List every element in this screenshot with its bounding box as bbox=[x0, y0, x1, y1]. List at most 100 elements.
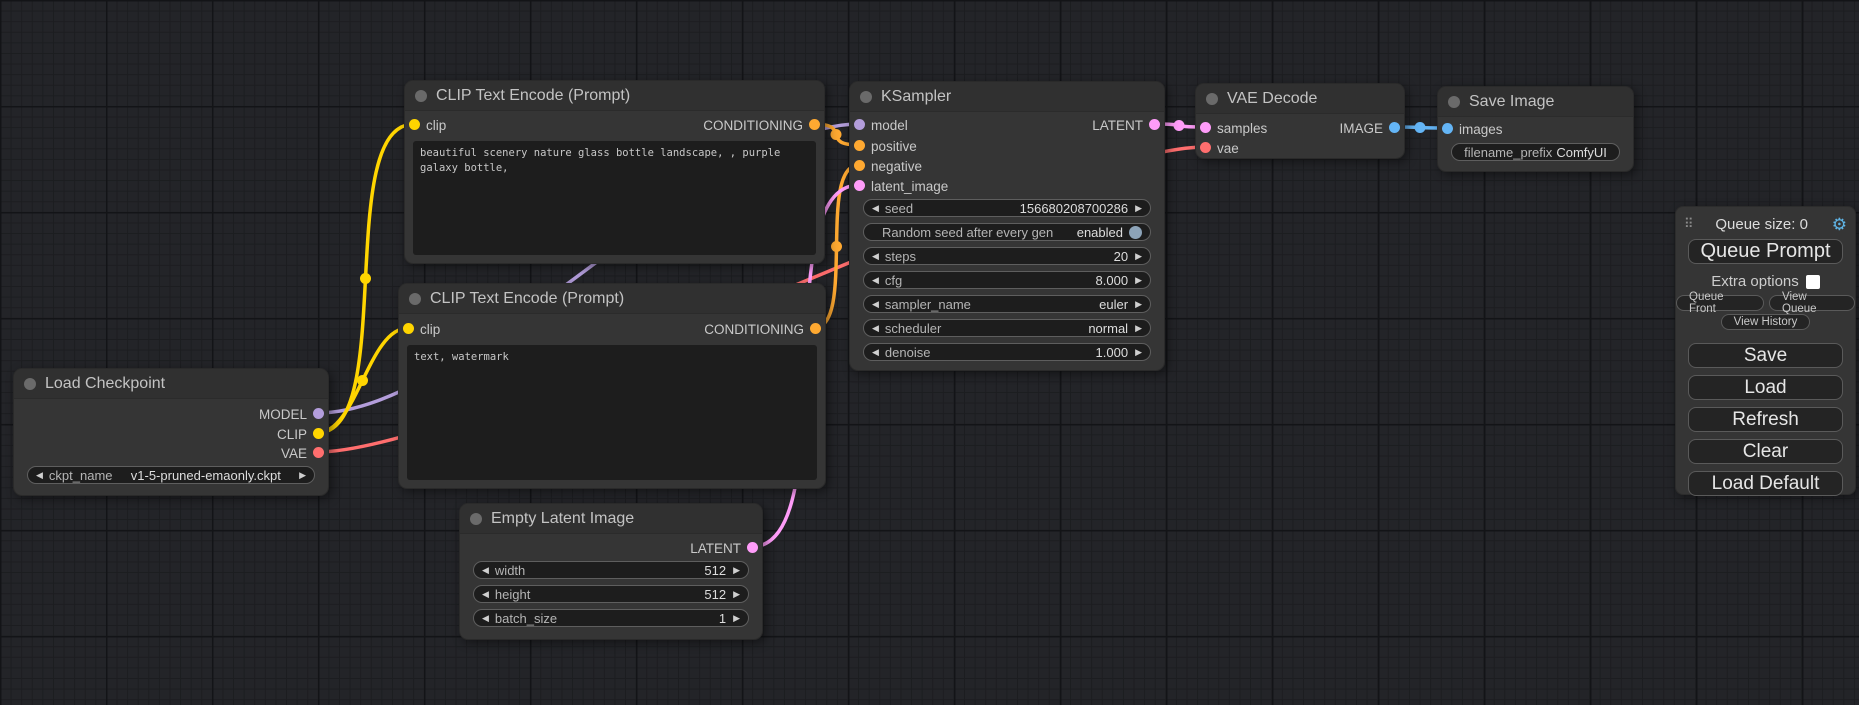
input-dot-clip[interactable] bbox=[409, 119, 420, 130]
node-save-image[interactable]: Save Image images filename_prefix ComfyU… bbox=[1437, 86, 1634, 172]
settings-gear-icon[interactable]: ⚙ bbox=[1832, 216, 1847, 233]
output-dot-conditioning[interactable] bbox=[809, 119, 820, 130]
toggle-circle-icon[interactable] bbox=[1129, 226, 1142, 239]
decrement-arrow-icon[interactable]: ◀ bbox=[482, 561, 489, 579]
prompt-text-area[interactable]: beautiful scenery nature glass bottle la… bbox=[413, 141, 816, 255]
steps-widget[interactable]: ◀ steps 20 ▶ bbox=[863, 247, 1151, 265]
refresh-button[interactable]: Refresh bbox=[1688, 407, 1843, 432]
denoise-widget[interactable]: ◀ denoise 1.000 ▶ bbox=[863, 343, 1151, 361]
output-dot-clip[interactable] bbox=[313, 428, 324, 439]
random-seed-toggle[interactable]: Random seed after every gen enabled bbox=[863, 223, 1151, 241]
filename-prefix-widget[interactable]: filename_prefix ComfyUI bbox=[1451, 143, 1620, 161]
input-label-vae: vae bbox=[1217, 141, 1239, 156]
output-dot-model[interactable] bbox=[313, 408, 324, 419]
input-dot-images[interactable] bbox=[1442, 123, 1453, 134]
width-widget[interactable]: ◀ width 512 ▶ bbox=[473, 561, 749, 579]
save-button[interactable]: Save bbox=[1688, 343, 1843, 368]
sampler-name-widget[interactable]: ◀ sampler_name euler ▶ bbox=[863, 295, 1151, 313]
increment-arrow-icon[interactable]: ▶ bbox=[733, 609, 740, 627]
queue-panel: ⠿ Queue size: 0 ⚙ Queue Prompt Extra opt… bbox=[1675, 206, 1856, 495]
view-history-button[interactable]: View History bbox=[1721, 314, 1811, 330]
input-dot-latent-image[interactable] bbox=[854, 180, 865, 191]
height-widget[interactable]: ◀ height 512 ▶ bbox=[473, 585, 749, 603]
output-slot-latent: LATENT bbox=[460, 538, 762, 558]
node-collapse-dot-icon[interactable] bbox=[24, 378, 36, 390]
input-dot-positive[interactable] bbox=[854, 140, 865, 151]
clear-button[interactable]: Clear bbox=[1688, 439, 1843, 464]
output-label-conditioning: CONDITIONING bbox=[703, 118, 803, 133]
input-dot-samples[interactable] bbox=[1200, 122, 1211, 133]
increment-arrow-icon[interactable]: ▶ bbox=[733, 561, 740, 579]
node-empty-latent-titlebar[interactable]: Empty Latent Image bbox=[460, 504, 762, 534]
output-dot-image[interactable] bbox=[1389, 122, 1400, 133]
output-slot-vae: VAE bbox=[14, 443, 328, 463]
decrement-arrow-icon[interactable]: ◀ bbox=[872, 343, 879, 361]
input-label-latent-image: latent_image bbox=[871, 179, 948, 194]
input-label-clip: clip bbox=[426, 118, 446, 133]
comfyui-canvas[interactable]: { "colors": { "model": "#B39DDB", "clip"… bbox=[0, 0, 1859, 705]
node-ksampler[interactable]: KSampler model LATENT positive negative … bbox=[849, 81, 1165, 371]
slot-row: clip CONDITIONING bbox=[405, 115, 824, 135]
decrement-arrow-icon[interactable]: ◀ bbox=[872, 319, 879, 337]
view-queue-button[interactable]: View Queue bbox=[1769, 295, 1855, 311]
increment-arrow-icon[interactable]: ▶ bbox=[1135, 295, 1142, 313]
node-save-image-titlebar[interactable]: Save Image bbox=[1438, 87, 1633, 117]
prompt-text-area[interactable]: text, watermark bbox=[407, 345, 817, 480]
output-dot-latent[interactable] bbox=[1149, 119, 1160, 130]
node-collapse-dot-icon[interactable] bbox=[470, 513, 482, 525]
node-collapse-dot-icon[interactable] bbox=[409, 293, 421, 305]
input-dot-clip[interactable] bbox=[403, 323, 414, 334]
node-vae-decode-titlebar[interactable]: VAE Decode bbox=[1196, 84, 1404, 114]
node-empty-latent-image[interactable]: Empty Latent Image LATENT ◀ width 512 ▶ … bbox=[459, 503, 763, 640]
node-collapse-dot-icon[interactable] bbox=[860, 91, 872, 103]
node-load-checkpoint-titlebar[interactable]: Load Checkpoint bbox=[14, 369, 328, 399]
node-vae-decode[interactable]: VAE Decode samples IMAGE vae bbox=[1195, 83, 1405, 159]
drag-handle-icon[interactable]: ⠿ bbox=[1684, 216, 1692, 232]
increment-arrow-icon[interactable]: ▶ bbox=[299, 466, 306, 484]
scheduler-widget[interactable]: ◀ scheduler normal ▶ bbox=[863, 319, 1151, 337]
node-clip-text-encode-negative[interactable]: CLIP Text Encode (Prompt) clip CONDITION… bbox=[398, 283, 826, 489]
increment-arrow-icon[interactable]: ▶ bbox=[733, 585, 740, 603]
node-title: CLIP Text Encode (Prompt) bbox=[436, 87, 630, 105]
output-label-conditioning: CONDITIONING bbox=[704, 322, 804, 337]
load-default-button[interactable]: Load Default bbox=[1688, 471, 1843, 496]
output-dot-vae[interactable] bbox=[313, 447, 324, 458]
node-collapse-dot-icon[interactable] bbox=[1448, 96, 1460, 108]
increment-arrow-icon[interactable]: ▶ bbox=[1135, 271, 1142, 289]
node-clip-positive-titlebar[interactable]: CLIP Text Encode (Prompt) bbox=[405, 81, 824, 111]
node-clip-text-encode-positive[interactable]: CLIP Text Encode (Prompt) clip CONDITION… bbox=[404, 80, 825, 264]
input-dot-vae[interactable] bbox=[1200, 142, 1211, 153]
node-collapse-dot-icon[interactable] bbox=[1206, 93, 1218, 105]
widget-value: 20 bbox=[1114, 249, 1128, 264]
decrement-arrow-icon[interactable]: ◀ bbox=[482, 609, 489, 627]
output-dot-latent[interactable] bbox=[747, 542, 758, 553]
decrement-arrow-icon[interactable]: ◀ bbox=[36, 466, 43, 484]
increment-arrow-icon[interactable]: ▶ bbox=[1135, 247, 1142, 265]
node-load-checkpoint[interactable]: Load Checkpoint MODEL CLIP VAE ◀ ckpt_na… bbox=[13, 368, 329, 496]
widget-label: ckpt_name bbox=[49, 468, 113, 483]
ckpt-name-widget[interactable]: ◀ ckpt_name v1-5-pruned-emaonly.ckpt ▶ bbox=[27, 466, 315, 484]
input-dot-model[interactable] bbox=[854, 119, 865, 130]
node-ksampler-titlebar[interactable]: KSampler bbox=[850, 82, 1164, 112]
node-title: VAE Decode bbox=[1227, 90, 1317, 108]
cfg-widget[interactable]: ◀ cfg 8.000 ▶ bbox=[863, 271, 1151, 289]
decrement-arrow-icon[interactable]: ◀ bbox=[872, 271, 879, 289]
input-dot-negative[interactable] bbox=[854, 160, 865, 171]
increment-arrow-icon[interactable]: ▶ bbox=[1135, 343, 1142, 361]
extra-options-checkbox[interactable] bbox=[1806, 275, 1820, 289]
decrement-arrow-icon[interactable]: ◀ bbox=[872, 247, 879, 265]
seed-widget[interactable]: ◀ seed 156680208700286 ▶ bbox=[863, 199, 1151, 217]
node-clip-negative-titlebar[interactable]: CLIP Text Encode (Prompt) bbox=[399, 284, 825, 314]
widget-label: cfg bbox=[885, 273, 902, 288]
decrement-arrow-icon[interactable]: ◀ bbox=[872, 295, 879, 313]
node-collapse-dot-icon[interactable] bbox=[415, 90, 427, 102]
increment-arrow-icon[interactable]: ▶ bbox=[1135, 319, 1142, 337]
batch-size-widget[interactable]: ◀ batch_size 1 ▶ bbox=[473, 609, 749, 627]
load-button[interactable]: Load bbox=[1688, 375, 1843, 400]
queue-front-button[interactable]: Queue Front bbox=[1676, 295, 1764, 311]
queue-prompt-button[interactable]: Queue Prompt bbox=[1688, 239, 1843, 264]
output-dot-conditioning[interactable] bbox=[810, 323, 821, 334]
increment-arrow-icon[interactable]: ▶ bbox=[1135, 199, 1142, 217]
decrement-arrow-icon[interactable]: ◀ bbox=[482, 585, 489, 603]
decrement-arrow-icon[interactable]: ◀ bbox=[872, 199, 879, 217]
